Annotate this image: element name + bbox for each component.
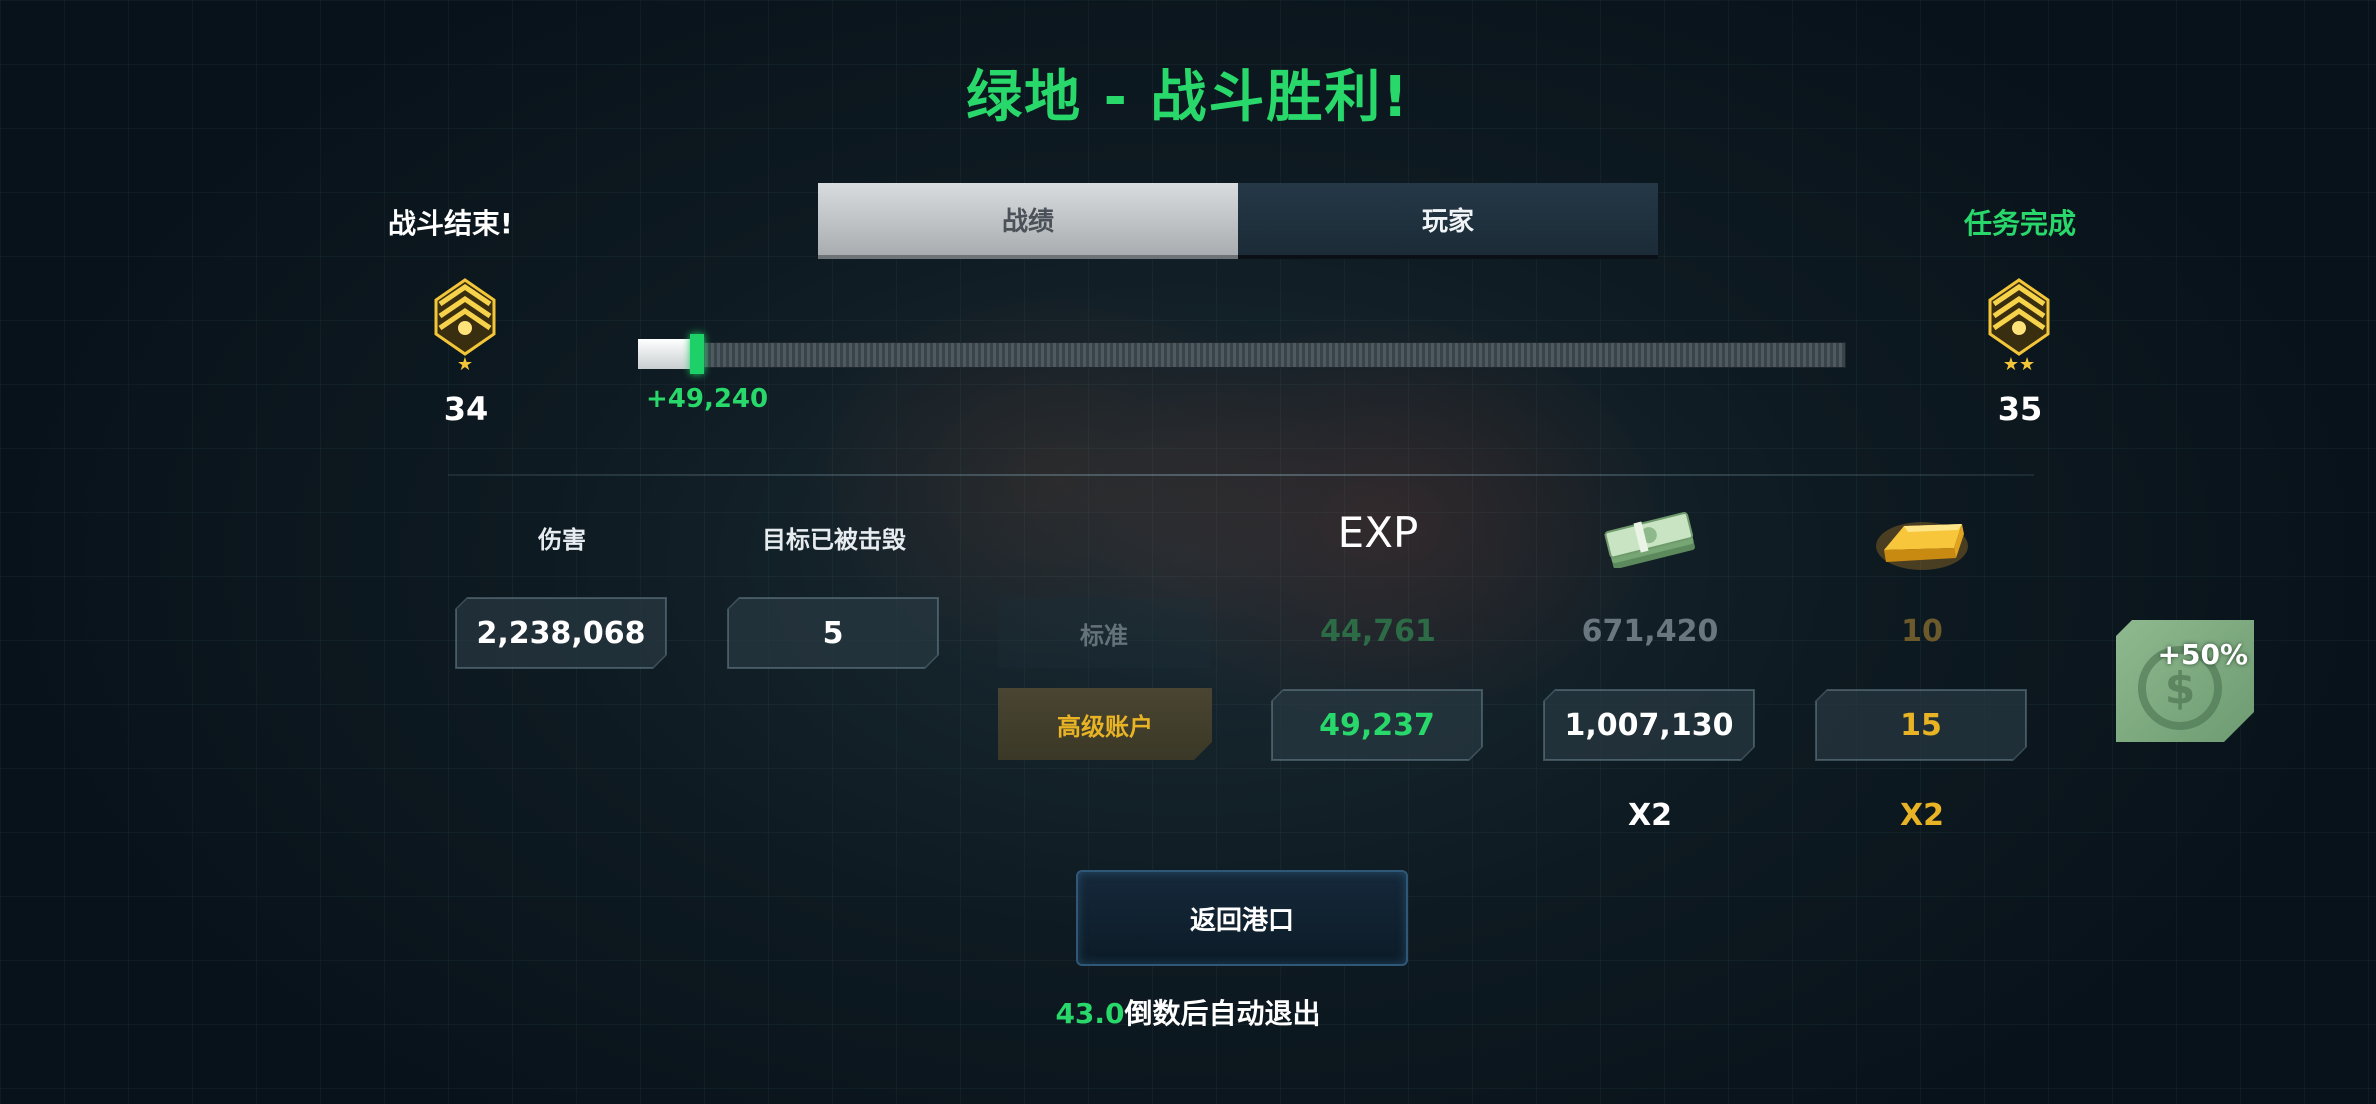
standard-exp: 44,761 bbox=[1320, 614, 1436, 649]
svg-text:★: ★ bbox=[457, 354, 473, 374]
cash-stack-icon bbox=[1604, 512, 1696, 572]
standard-gold: 10 bbox=[1901, 614, 1943, 649]
premium-gold: 15 bbox=[1816, 690, 2026, 760]
damage-value: 2,238,068 bbox=[456, 598, 666, 668]
damage-label: 伤害 bbox=[538, 526, 586, 554]
bonus-badge[interactable]: $ +50% bbox=[2116, 620, 2254, 742]
rank-sergeant-next-icon: ★★ bbox=[1988, 278, 2050, 375]
tab-battle-record[interactable]: 战绩 bbox=[818, 183, 1238, 259]
premium-account-label: 高级账户 bbox=[998, 688, 1212, 760]
xp-progress-fill bbox=[638, 339, 690, 369]
current-level: 34 bbox=[443, 390, 489, 428]
rank-sergeant-icon: ★ bbox=[434, 278, 496, 375]
countdown-text: 倒数后自动退出 bbox=[1124, 997, 1321, 1030]
return-to-port-button[interactable]: 返回港口 bbox=[1076, 870, 1408, 966]
xp-progress-marker bbox=[690, 334, 704, 374]
exp-label: EXP bbox=[1337, 508, 1419, 557]
mission-complete-label: 任务完成 bbox=[1964, 207, 2077, 240]
destroyed-label: 目标已被击毁 bbox=[762, 526, 906, 554]
gold-multiplier: X2 bbox=[1899, 798, 1944, 833]
auto-exit-countdown: 43.0倒数后自动退出 bbox=[0, 992, 2376, 1032]
xp-progress-track bbox=[638, 342, 1846, 368]
next-level: 35 bbox=[1997, 390, 2043, 428]
standard-money: 671,420 bbox=[1581, 614, 1719, 649]
bonus-percent: +50% bbox=[2157, 638, 2248, 671]
money-multiplier: X2 bbox=[1627, 798, 1672, 833]
gold-bar-icon bbox=[1874, 506, 1970, 576]
destroyed-value: 5 bbox=[728, 598, 938, 668]
premium-exp: 49,237 bbox=[1272, 690, 1482, 760]
tab-players[interactable]: 玩家 bbox=[1238, 183, 1658, 259]
standard-account-label: 标准 bbox=[998, 598, 1210, 668]
battle-result-title: 绿地 - 战斗胜利! bbox=[966, 65, 1410, 130]
battle-over-label: 战斗结束! bbox=[388, 207, 513, 240]
svg-text:★★: ★★ bbox=[2003, 354, 2035, 374]
countdown-seconds: 43.0 bbox=[1055, 997, 1125, 1030]
premium-money: 1,007,130 bbox=[1544, 690, 1754, 760]
xp-gain-text: +49,240 bbox=[646, 384, 769, 414]
section-divider bbox=[448, 474, 2034, 476]
